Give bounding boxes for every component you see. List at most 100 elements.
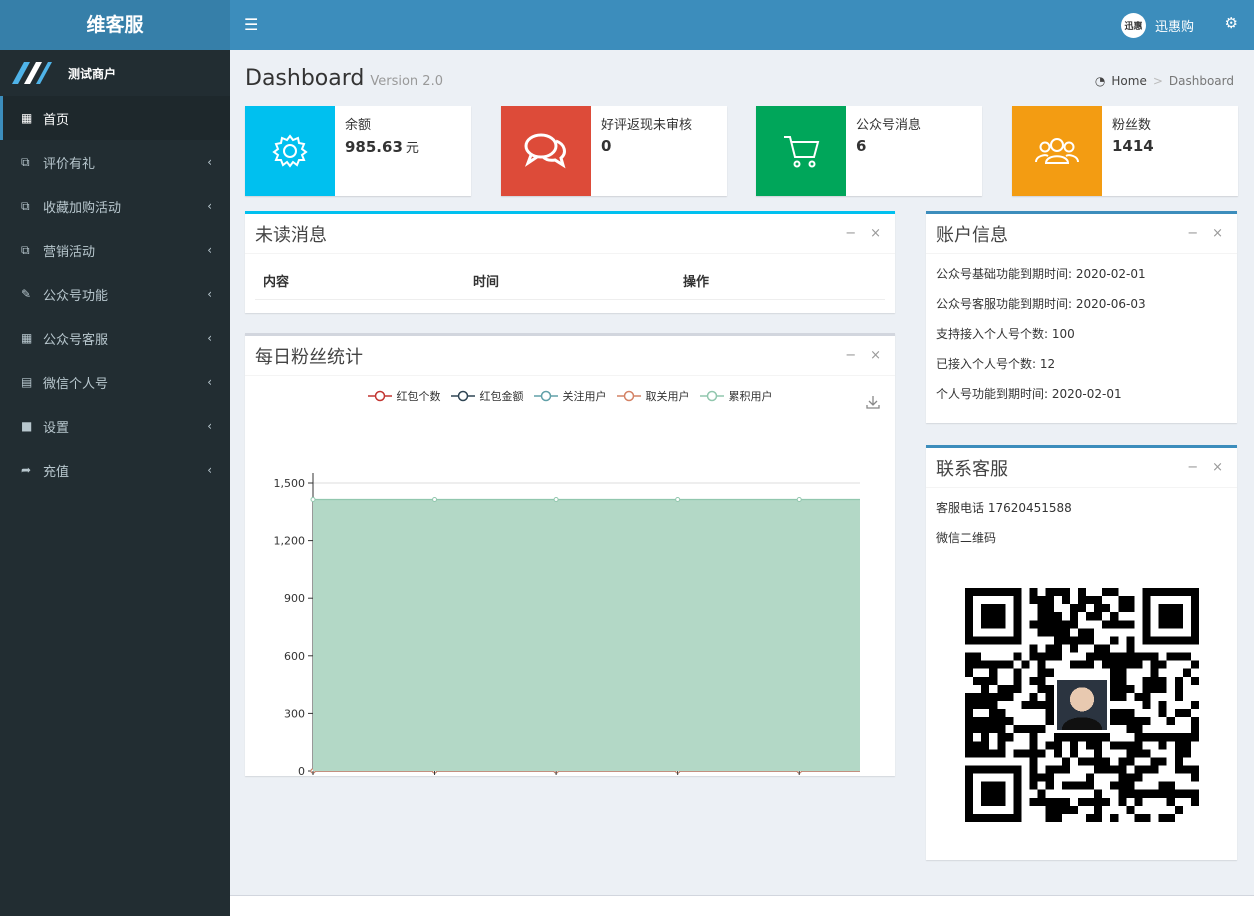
qr-module <box>1118 789 1127 798</box>
sidebar-item-mp-service[interactable]: ▦ 公众号客服 ‹ <box>0 316 230 360</box>
footer <box>230 895 1254 916</box>
sidebar-item-wechat-personal[interactable]: ▤ 微信个人号 ‹ <box>0 360 230 404</box>
qr-module <box>1142 692 1151 701</box>
qr-module <box>1118 773 1127 782</box>
y-tick-label: 300 <box>284 707 305 720</box>
account-line: 支持接入个人号个数: 100 <box>936 327 1075 341</box>
qr-module <box>1150 757 1159 766</box>
hamburger-icon[interactable]: ☰ <box>244 15 258 34</box>
qr-module <box>1053 652 1062 661</box>
qr-module <box>1166 652 1175 661</box>
qr-module <box>1118 765 1127 774</box>
qr-module <box>1142 765 1151 774</box>
qr-module <box>1005 717 1014 726</box>
sidebar-item-settings[interactable]: ■ 设置 ‹ <box>0 404 230 448</box>
qr-module <box>1094 805 1103 814</box>
qr-module <box>1094 813 1103 822</box>
close-icon[interactable]: × <box>1212 226 1223 241</box>
qr-module <box>997 684 1006 693</box>
y-tick-label: 600 <box>284 650 305 663</box>
sidebar-item-marketing[interactable]: ⧉ 营销活动 ‹ <box>0 228 230 272</box>
qr-module <box>1118 797 1127 806</box>
sidebar-item-recharge[interactable]: ➦ 充值 ‹ <box>0 448 230 492</box>
qr-module <box>1158 781 1167 790</box>
qr-module <box>1174 765 1183 774</box>
close-icon[interactable]: × <box>1212 460 1223 475</box>
chevron-left-icon: ‹ <box>207 243 212 257</box>
qr-module <box>1045 684 1054 693</box>
qr-module <box>1029 676 1038 685</box>
sidebar-item-home[interactable]: ▦ 首页 <box>0 96 230 140</box>
qr-module <box>1037 668 1046 677</box>
qr-module <box>1110 660 1119 669</box>
app-logo[interactable]: 维客服 <box>0 0 230 50</box>
qr-module <box>1158 604 1183 629</box>
qr-module <box>1190 773 1199 782</box>
qr-module <box>997 733 1006 742</box>
stat-fans: 粉丝数 1414 <box>1012 106 1238 196</box>
qr-module <box>1134 741 1143 750</box>
qr-module <box>1102 660 1111 669</box>
qr-module <box>1190 717 1199 726</box>
qr-module <box>1061 781 1070 790</box>
qr-module <box>1077 757 1087 766</box>
grid-icon: ▦ <box>21 111 33 125</box>
qr-module <box>981 717 990 726</box>
qr-module <box>1166 797 1175 806</box>
qr-module <box>1037 725 1046 734</box>
qr-module <box>1110 636 1119 645</box>
qr-module <box>1126 789 1135 798</box>
collapse-icon[interactable]: − <box>1187 226 1198 241</box>
qr-module <box>1150 668 1159 677</box>
qr-module <box>1029 588 1038 597</box>
qr-module <box>1126 741 1135 750</box>
qr-module <box>1061 733 1070 742</box>
qr-module <box>1094 741 1103 750</box>
collapse-icon[interactable]: − <box>1187 460 1198 475</box>
close-icon[interactable]: × <box>870 348 881 363</box>
sidebar-item-reviews[interactable]: ⧉ 评价有礼 ‹ <box>0 140 230 184</box>
qr-module <box>1021 749 1030 758</box>
qr-module <box>1037 660 1046 669</box>
qr-module <box>1029 773 1038 782</box>
gears-icon[interactable]: ⚙ <box>1225 14 1238 32</box>
qr-module <box>1069 781 1078 790</box>
qr-module <box>965 668 974 677</box>
qr-module <box>1077 733 1087 742</box>
qr-module <box>1110 781 1119 790</box>
qr-module <box>1134 733 1143 742</box>
qr-module <box>1110 765 1119 774</box>
qr-module <box>1182 749 1191 758</box>
qr-module <box>989 717 998 726</box>
qr-module <box>1021 725 1030 734</box>
qr-module <box>1045 588 1054 597</box>
qr-module <box>1061 588 1070 597</box>
qr-module <box>1142 813 1151 822</box>
qr-module <box>1166 781 1175 790</box>
qr-module <box>1118 717 1127 726</box>
qr-module <box>1102 644 1111 653</box>
qr-module <box>1110 813 1119 822</box>
sidebar-item-favorites[interactable]: ⧉ 收藏加购活动 ‹ <box>0 184 230 228</box>
stat-label: 好评返现未审核 <box>601 118 693 133</box>
sidebar-item-mp-functions[interactable]: ✎ 公众号功能 ‹ <box>0 272 230 316</box>
qr-module <box>1045 652 1054 661</box>
qr-module <box>965 709 974 718</box>
qr-module <box>1118 709 1127 718</box>
collapse-icon[interactable]: − <box>845 226 856 241</box>
qr-module <box>1190 733 1199 742</box>
chevron-left-icon: ‹ <box>207 419 212 433</box>
table-icon: ▤ <box>21 375 33 389</box>
qr-module <box>1029 692 1038 701</box>
qr-module <box>1053 765 1062 774</box>
breadcrumb-home-link[interactable]: Home <box>1111 74 1146 88</box>
qr-module <box>1110 652 1119 661</box>
column-header: 操作 <box>683 275 710 290</box>
close-icon[interactable]: × <box>870 226 881 241</box>
collapse-icon[interactable]: − <box>845 348 856 363</box>
qr-module <box>1045 797 1054 806</box>
qr-module <box>965 717 974 726</box>
user-menu[interactable]: 迅惠 迅惠购 <box>1120 12 1194 38</box>
qr-module <box>997 749 1006 758</box>
qr-module <box>981 741 990 750</box>
